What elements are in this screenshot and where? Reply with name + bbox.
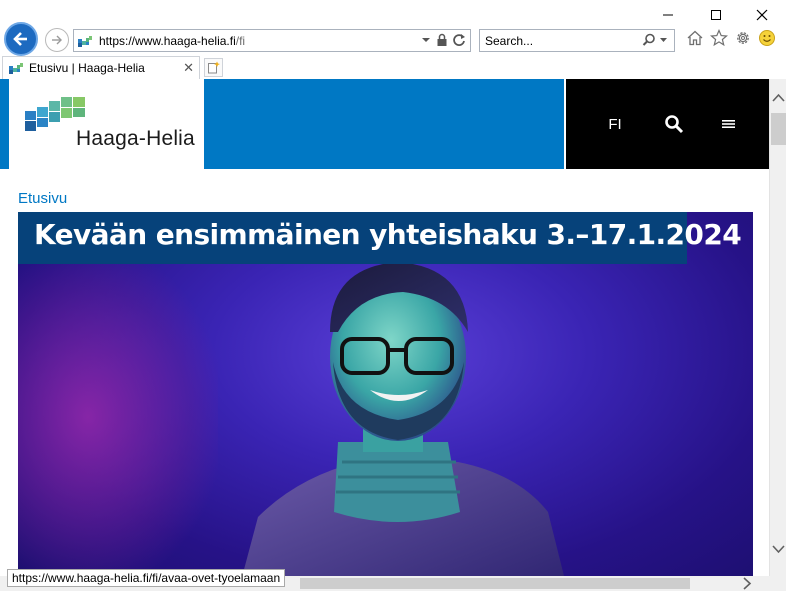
minimize-button[interactable] xyxy=(651,4,685,26)
title-bar xyxy=(0,0,786,28)
back-arrow-icon xyxy=(13,32,27,46)
refresh-icon[interactable] xyxy=(452,33,466,47)
site-header: Haaga-Helia FI xyxy=(0,79,769,169)
site-logo[interactable]: Haaga-Helia xyxy=(9,79,204,169)
header-blue-band xyxy=(204,79,564,169)
hero-person-image xyxy=(242,262,564,576)
hero-headline-box: Kevään ensimmäinen yhteishaku 3.–17.1.20… xyxy=(18,212,742,264)
horizontal-scroll-thumb[interactable] xyxy=(300,578,690,589)
site-favicon xyxy=(8,60,24,76)
close-icon xyxy=(756,9,768,21)
logo-text: Haaga-Helia xyxy=(76,127,195,150)
forward-arrow-icon xyxy=(52,35,62,45)
new-tab-icon xyxy=(208,61,220,74)
site-favicon xyxy=(77,33,93,49)
search-input[interactable] xyxy=(480,31,630,50)
search-icon xyxy=(665,115,684,134)
hero-headline[interactable]: Kevään ensimmäinen yhteishaku 3.–17.1.20… xyxy=(34,218,742,251)
menu-button[interactable] xyxy=(716,111,742,137)
new-tab-button[interactable] xyxy=(204,58,223,77)
hero-banner[interactable]: Kevään ensimmäinen yhteishaku 3.–17.1.20… xyxy=(18,212,753,576)
back-button[interactable] xyxy=(4,22,38,56)
language-button[interactable]: FI xyxy=(600,111,630,137)
chevron-down-icon[interactable] xyxy=(659,36,668,44)
minimize-icon xyxy=(663,14,673,16)
tab-title: Etusivu | Haaga-Helia xyxy=(29,61,145,75)
home-icon[interactable] xyxy=(686,29,704,47)
smiley-feedback-icon[interactable] xyxy=(758,29,776,47)
forward-button[interactable] xyxy=(45,28,69,52)
status-bar-url: https://www.haaga-helia.fi/fi/avaa-ovet-… xyxy=(7,569,286,587)
vertical-scrollbar[interactable] xyxy=(769,79,786,576)
scroll-right-arrow-icon[interactable] xyxy=(740,576,753,591)
lock-icon[interactable] xyxy=(436,33,448,47)
tab-close-icon[interactable]: ✕ xyxy=(183,60,194,76)
search-icon[interactable] xyxy=(642,33,656,47)
search-box[interactable] xyxy=(479,29,675,52)
close-window-button[interactable] xyxy=(745,4,779,26)
tab-strip: Etusivu | Haaga-Helia ✕ xyxy=(0,56,786,79)
site-search-button[interactable] xyxy=(661,111,687,137)
vertical-scroll-thumb[interactable] xyxy=(771,113,786,145)
settings-gear-icon[interactable] xyxy=(734,29,752,47)
address-bar[interactable]: https://www.haaga-helia.fi/fi xyxy=(73,29,471,52)
header-accent-strip xyxy=(0,79,9,169)
address-url[interactable]: https://www.haaga-helia.fi/fi xyxy=(99,34,245,48)
chevron-down-icon[interactable] xyxy=(420,36,432,44)
tab-etusivu[interactable]: Etusivu | Haaga-Helia ✕ xyxy=(2,56,200,79)
maximize-icon xyxy=(711,10,721,20)
maximize-button[interactable] xyxy=(699,4,733,26)
breadcrumb[interactable]: Etusivu xyxy=(18,190,67,207)
page-viewport: Haaga-Helia FI Etusivu Kevään ensimmäine… xyxy=(0,79,769,576)
scroll-down-arrow-icon[interactable] xyxy=(772,545,785,554)
favorites-star-icon[interactable] xyxy=(710,29,728,47)
hamburger-menu-icon xyxy=(722,120,735,128)
scroll-up-arrow-icon[interactable] xyxy=(772,93,785,102)
